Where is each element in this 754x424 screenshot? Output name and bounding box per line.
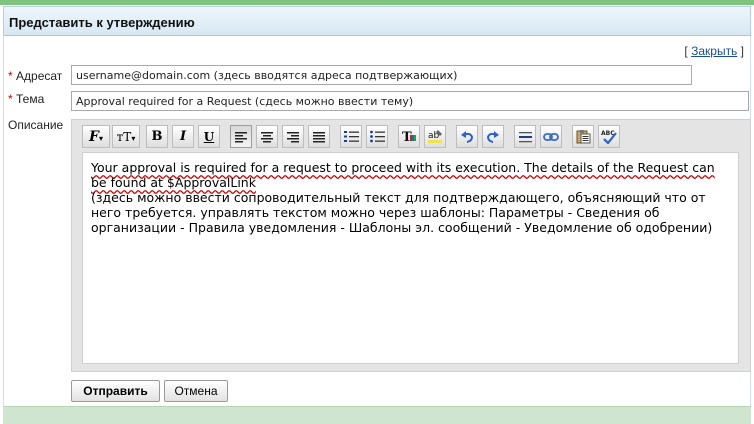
redo-button[interactable] [482,125,504,148]
italic-button[interactable]: I [172,125,194,148]
unordered-list-button[interactable] [366,125,388,148]
font-family-button[interactable]: F▾ [82,125,110,148]
spellcheck-icon: ABC [601,130,617,144]
submit-button[interactable]: Отправить [71,380,160,402]
to-input[interactable]: username@domain.com (здесь вводятся адре… [71,65,692,85]
link-icon [543,132,559,141]
font-size-button[interactable]: тT▾ [112,125,140,148]
editor-text-russian: (здесь можно ввести сопроводительный тек… [91,190,713,235]
close-link-wrap: [ Закрыть ] [684,44,744,58]
highlight-color-icon: ab [428,130,442,143]
close-link[interactable]: Закрыть [691,44,737,58]
subject-label: * Тема [8,92,44,106]
dialog-header: Представить к утверждению [3,6,751,36]
to-label-text: Адресат [16,69,63,83]
horizontal-rule-icon [518,131,532,142]
align-center-button[interactable] [256,125,278,148]
italic-icon: I [179,129,187,144]
close-bracket-open: [ [684,44,688,58]
subject-input[interactable]: Approval required for a Request (сдесь м… [71,91,749,111]
editor-content-area[interactable]: Your approval is required for a request … [82,152,739,364]
font-size-icon: тT▾ [116,129,136,144]
required-mark: * [8,92,13,106]
rich-text-editor: F▾ тT▾ B I U T ab ABC Your approval is r… [71,119,751,372]
horizontal-rule-button[interactable] [514,125,536,148]
required-mark: * [8,69,13,83]
bold-icon: B [151,129,163,144]
editor-text-english: Your approval is required for a request … [91,160,715,190]
unordered-list-icon [369,130,385,143]
undo-button[interactable] [456,125,478,148]
align-right-button[interactable] [282,125,304,148]
text-color-button[interactable]: T [398,125,420,148]
top-accent-strip [0,0,754,5]
text-color-icon: T [402,130,416,144]
highlight-color-button[interactable]: ab [424,125,446,148]
link-button[interactable] [540,125,562,148]
justify-button[interactable] [308,125,330,148]
cancel-button[interactable]: Отмена [164,380,228,402]
dialog-title: Представить к утверждению [9,15,195,30]
underline-icon: U [203,129,215,144]
description-label: Описание [8,118,64,132]
ordered-list-button[interactable] [340,125,362,148]
ordered-list-icon [343,131,359,142]
justify-icon [313,131,325,142]
underline-button[interactable]: U [198,125,220,148]
align-left-button[interactable] [230,125,252,148]
spellcheck-button[interactable]: ABC [598,125,620,148]
bold-button[interactable]: B [146,125,168,148]
align-left-icon [235,131,247,142]
align-center-icon [261,131,273,142]
redo-icon [486,130,499,143]
align-right-icon [287,131,299,142]
to-label: * Адресат [8,69,62,83]
subject-label-text: Тема [16,92,45,106]
paste-icon [576,130,590,144]
editor-toolbar: F▾ тT▾ B I U T ab ABC [80,125,740,149]
font-family-icon: F▾ [89,128,103,145]
undo-icon [461,130,474,143]
close-bracket-close: ] [740,44,744,58]
paste-button[interactable] [572,125,594,148]
footer-bar [3,406,751,424]
